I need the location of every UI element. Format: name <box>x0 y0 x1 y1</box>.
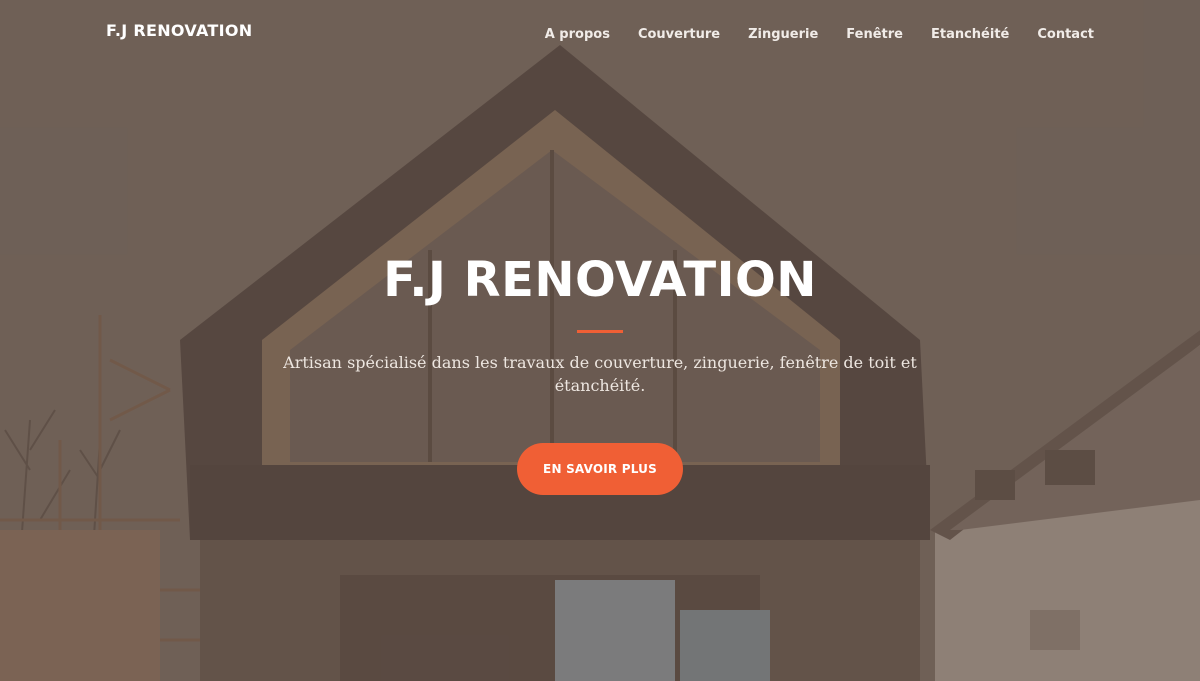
hero-title: F.J RENOVATION <box>383 252 817 308</box>
nav-link-fenetre[interactable]: Fenêtre <box>846 27 903 42</box>
hero-divider <box>577 330 623 333</box>
nav-link-contact[interactable]: Contact <box>1037 27 1094 42</box>
hero-subtitle: Artisan spécialisé dans les travaux de c… <box>283 353 917 395</box>
nav-item-a-propos: A propos <box>545 23 610 42</box>
hero-section: F.J RENOVATION A propos Couverture Zingu… <box>0 0 1200 681</box>
nav-menu: A propos Couverture Zinguerie Fenêtre Et… <box>517 23 1094 42</box>
nav-link-a-propos[interactable]: A propos <box>545 27 610 42</box>
nav-link-zinguerie[interactable]: Zinguerie <box>748 27 818 42</box>
learn-more-button[interactable]: EN SAVOIR PLUS <box>517 443 683 495</box>
hero-content: F.J RENOVATION Artisan spécialisé dans l… <box>0 250 1200 495</box>
nav-item-couverture: Couverture <box>638 23 720 42</box>
brand-logo-link[interactable]: F.J RENOVATION <box>106 21 253 40</box>
nav-item-zinguerie: Zinguerie <box>748 23 818 42</box>
top-navbar: F.J RENOVATION A propos Couverture Zingu… <box>0 0 1200 64</box>
nav-item-etancheite: Etanchéité <box>931 23 1009 42</box>
nav-link-etancheite[interactable]: Etanchéité <box>931 27 1009 42</box>
nav-link-couverture[interactable]: Couverture <box>638 27 720 42</box>
nav-item-fenetre: Fenêtre <box>846 23 903 42</box>
nav-item-contact: Contact <box>1037 23 1094 42</box>
